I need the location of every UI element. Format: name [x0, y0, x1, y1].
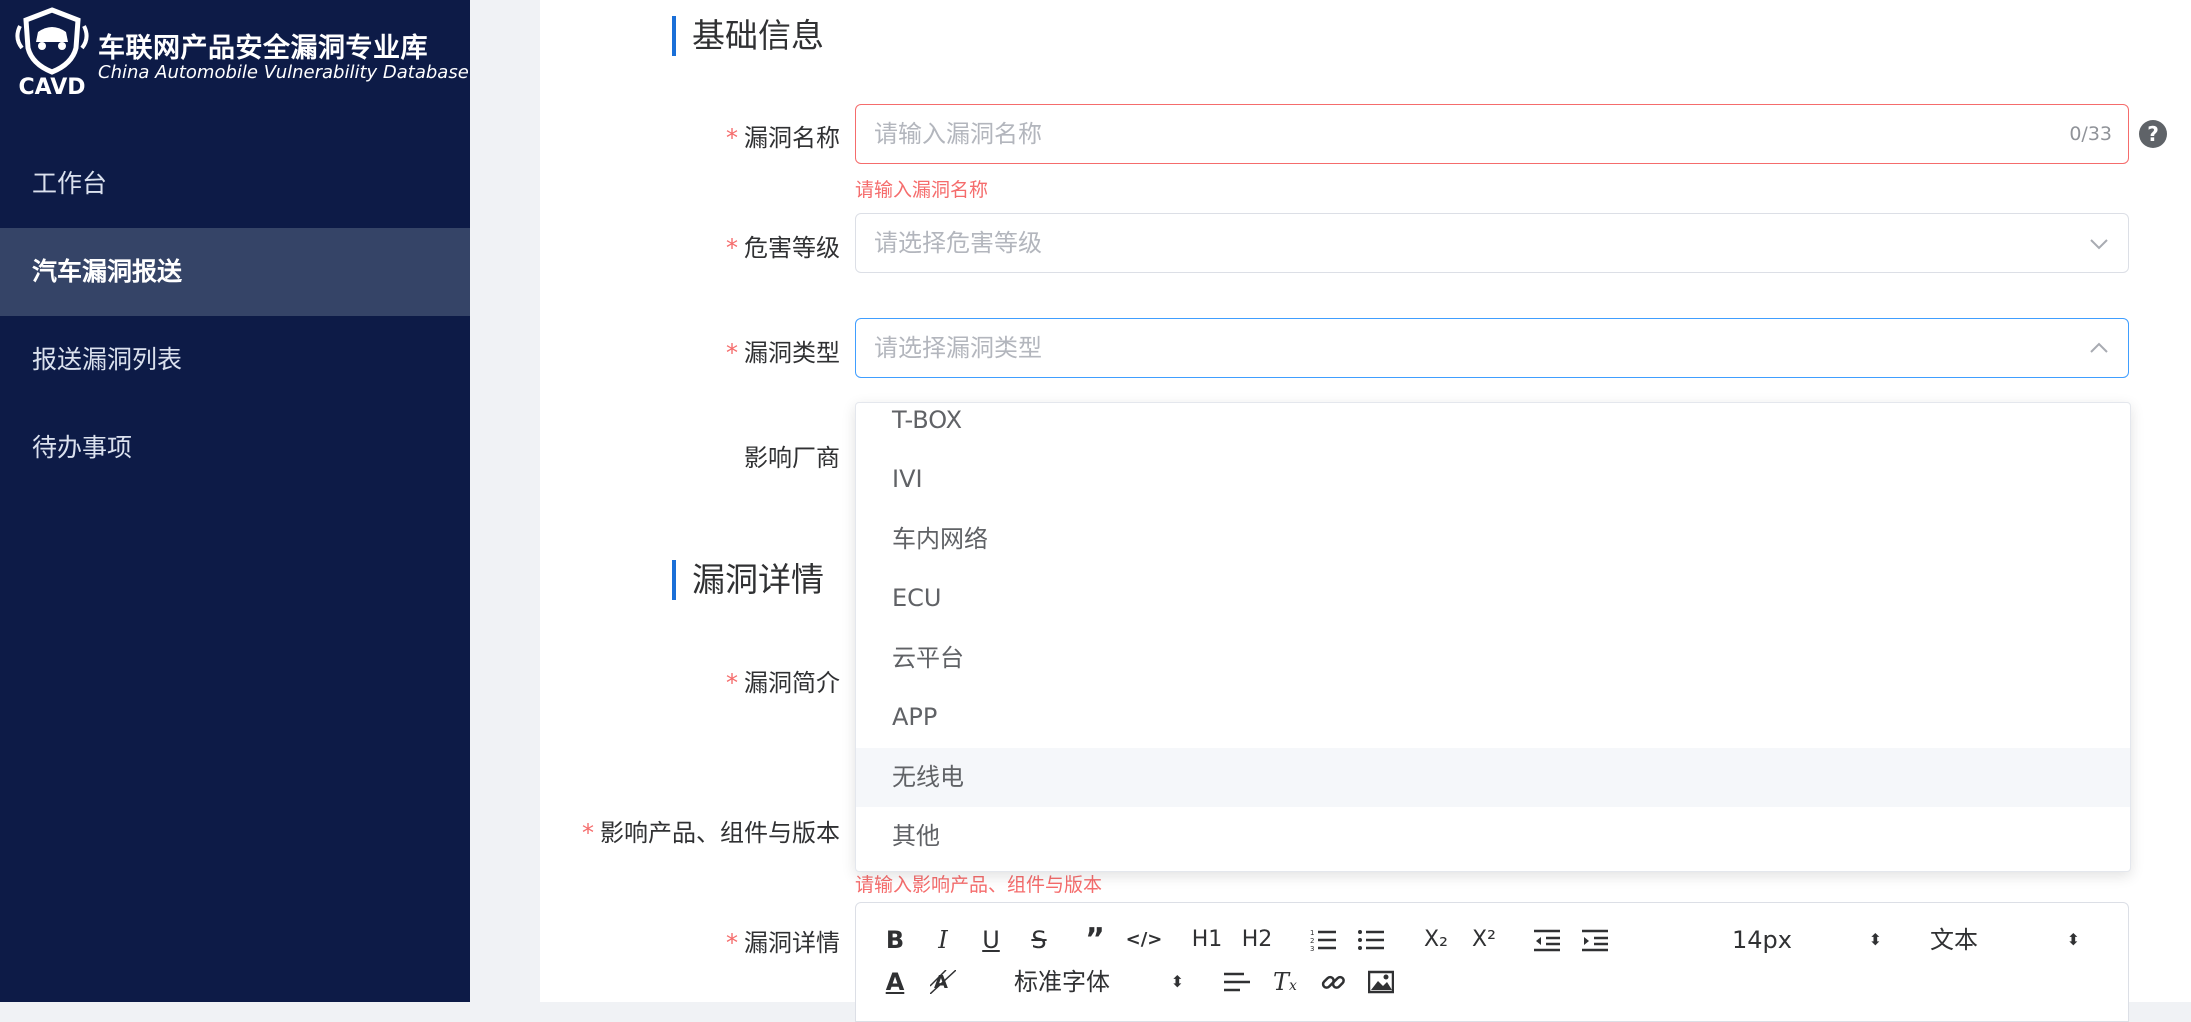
chevron-down-icon — [2090, 239, 2108, 250]
option-cloud-platform[interactable]: 云平台 — [856, 629, 2130, 688]
select-caret-icon: ⬍ — [1170, 972, 1184, 991]
clear-format-icon[interactable]: Tx — [1268, 965, 1302, 999]
select-caret-icon: ⬍ — [1868, 930, 1882, 949]
blockquote-button[interactable]: ” — [1078, 923, 1112, 957]
cavd-logo-icon: CAVD — [15, 7, 89, 98]
italic-button[interactable]: I — [926, 923, 960, 957]
code-button[interactable]: </> — [1124, 923, 1164, 957]
subscript-button[interactable]: X₂ — [1416, 923, 1456, 957]
indent-icon[interactable] — [1578, 923, 1612, 957]
outdent-icon[interactable] — [1530, 923, 1564, 957]
option-radio[interactable]: 无线电 — [856, 748, 2130, 807]
rich-text-editor[interactable]: B I U S ” </> H1 H2 123 X₂ X² 14px ⬍ 文本 ⬍ … — [855, 902, 2129, 1022]
products-error: 请输入影响产品、组件与版本 — [855, 874, 1103, 896]
sidebar-item-workbench[interactable]: 工作台 — [0, 140, 470, 228]
option-ivi[interactable]: IVI — [856, 450, 2130, 509]
block-type-select[interactable]: 文本 ⬍ — [1930, 923, 2080, 957]
vuln-name-placeholder: 请输入漏洞名称 — [874, 120, 1042, 148]
bullet-list-icon[interactable] — [1354, 923, 1388, 957]
svg-text:1: 1 — [1310, 929, 1314, 937]
severity-select[interactable]: 请选择危害等级 — [855, 213, 2129, 273]
superscript-button[interactable]: X² — [1464, 923, 1504, 957]
svg-text:2: 2 — [1310, 937, 1314, 945]
section-title-detail: 漏洞详情 — [672, 560, 824, 600]
font-size-select[interactable]: 14px ⬍ — [1732, 923, 1882, 957]
chevron-up-icon — [2090, 342, 2108, 353]
option-app[interactable]: APP — [856, 688, 2130, 747]
option-other[interactable]: 其他 — [856, 807, 2130, 866]
heading1-button[interactable]: H1 — [1186, 923, 1228, 957]
section-title-basic: 基础信息 — [672, 16, 824, 56]
vuln-type-placeholder: 请选择漏洞类型 — [874, 334, 1042, 362]
brand-name-cn: 车联网产品安全漏洞专业库 — [98, 33, 428, 64]
background-color-icon[interactable]: A — [926, 965, 960, 999]
sidebar-item-report-list[interactable]: 报送漏洞列表 — [0, 316, 470, 404]
vuln-name-input[interactable]: 请输入漏洞名称 0/33 — [855, 104, 2129, 164]
font-family-select[interactable]: 标准字体 ⬍ — [1014, 965, 1184, 999]
vuln-name-counter: 0/33 — [2069, 123, 2112, 145]
vendor-label: 影响厂商 — [744, 444, 840, 472]
option-in-vehicle-network[interactable]: 车内网络 — [856, 510, 2130, 569]
ordered-list-icon[interactable]: 123 — [1306, 923, 1340, 957]
link-icon[interactable] — [1316, 965, 1350, 999]
font-color-icon[interactable]: A — [878, 965, 912, 999]
option-t-box[interactable]: T-BOX — [856, 403, 2130, 450]
underline-button[interactable]: U — [974, 923, 1008, 957]
vuln-type-label: * 漏洞类型 — [726, 339, 840, 367]
vuln-type-dropdown: T-BOX IVI 车内网络 ECU 云平台 APP 无线电 其他 — [855, 402, 2131, 872]
brand-name-en: China Automobile Vulnerability Database — [98, 62, 469, 83]
heading2-button[interactable]: H2 — [1236, 923, 1278, 957]
align-left-icon[interactable] — [1220, 965, 1254, 999]
vuln-type-select[interactable]: 请选择漏洞类型 — [855, 318, 2129, 378]
sidebar-item-todo[interactable]: 待办事项 — [0, 404, 470, 492]
severity-label: * 危害等级 — [726, 234, 840, 262]
option-ecu[interactable]: ECU — [856, 569, 2130, 628]
products-label: * 影响产品、组件与版本 — [582, 819, 840, 847]
strikethrough-button[interactable]: S — [1022, 923, 1056, 957]
sidebar: CAVD 车联网产品安全漏洞专业库 China Automobile Vulne… — [0, 0, 470, 1002]
severity-placeholder: 请选择危害等级 — [874, 229, 1042, 257]
logo-abbr: CAVD — [19, 75, 86, 98]
image-icon[interactable] — [1364, 965, 1398, 999]
brand-logo[interactable]: CAVD 车联网产品安全漏洞专业库 China Automobile Vulne… — [12, 6, 469, 98]
details-label: * 漏洞详情 — [726, 929, 840, 957]
required-mark: * — [726, 124, 738, 152]
help-icon[interactable]: ? — [2139, 120, 2167, 148]
vuln-name-label: * 漏洞名称 — [726, 124, 840, 152]
summary-label: * 漏洞简介 — [726, 669, 840, 697]
svg-text:3: 3 — [1310, 945, 1314, 952]
vuln-name-error: 请输入漏洞名称 — [855, 179, 989, 201]
sidebar-nav: 工作台 汽车漏洞报送 报送漏洞列表 待办事项 — [0, 140, 470, 492]
bold-button[interactable]: B — [878, 923, 912, 957]
select-caret-icon: ⬍ — [2066, 930, 2080, 949]
sidebar-item-vehicle-vuln-report[interactable]: 汽车漏洞报送 — [0, 228, 470, 316]
